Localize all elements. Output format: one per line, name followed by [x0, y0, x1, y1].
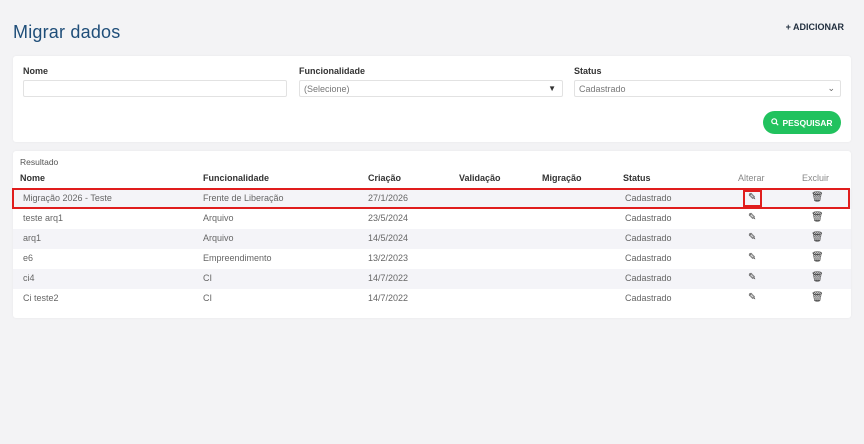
- table-row[interactable]: Migração 2026 - Teste Frente de Liberaçã…: [13, 189, 851, 209]
- trash-icon[interactable]: 🗑: [811, 252, 824, 263]
- cell-criacao: 27/1/2026: [368, 193, 409, 203]
- col-header-criacao: Criação: [368, 173, 402, 183]
- cell-status: Cadastrado: [625, 233, 672, 243]
- results-panel: Resultado Nome Funcionalidade Criação Va…: [13, 151, 851, 318]
- results-label: Resultado: [20, 157, 59, 167]
- cell-nome: Ci teste2: [23, 293, 59, 303]
- cell-criacao: 14/7/2022: [368, 293, 409, 303]
- trash-icon[interactable]: 🗑: [811, 272, 824, 283]
- funcionalidade-value: (Selecione): [304, 84, 350, 94]
- col-header-excluir: Excluir: [802, 173, 830, 183]
- cell-criacao: 14/7/2022: [368, 273, 409, 283]
- trash-icon[interactable]: 🗑: [811, 192, 824, 203]
- nome-input[interactable]: [23, 80, 287, 97]
- cell-status: Cadastrado: [625, 213, 672, 223]
- search-button-label: PESQUISAR: [782, 117, 833, 128]
- cell-funcionalidade: Arquivo: [203, 213, 234, 223]
- cell-funcionalidade: Arquivo: [203, 233, 234, 243]
- trash-icon[interactable]: 🗑: [811, 212, 824, 223]
- col-header-status: Status: [623, 173, 651, 183]
- table-row[interactable]: teste arq1 Arquivo 23/5/2024 Cadastrado …: [13, 209, 851, 229]
- status-select[interactable]: Cadastrado ⌄: [574, 80, 841, 97]
- cell-status: Cadastrado: [625, 253, 672, 263]
- cell-criacao: 23/5/2024: [368, 213, 409, 223]
- page-title: Migrar dados: [13, 22, 121, 42]
- edit-icon[interactable]: ✎: [748, 292, 756, 303]
- col-header-migracao: Migração: [542, 173, 582, 183]
- table-row[interactable]: ci4 CI 14/7/2022 Cadastrado ✎ 🗑: [13, 269, 851, 289]
- chevron-down-icon: ⌄: [827, 83, 835, 93]
- add-button[interactable]: + ADICIONAR: [786, 22, 844, 32]
- edit-icon[interactable]: ✎: [748, 212, 756, 223]
- cell-funcionalidade: Frente de Liberação: [203, 193, 284, 203]
- cell-funcionalidade: Empreendimento: [203, 253, 272, 263]
- funcionalidade-select[interactable]: (Selecione) ▼: [299, 80, 563, 97]
- col-header-nome: Nome: [20, 173, 46, 183]
- filters-panel: Nome Funcionalidade (Selecione) ▼ Status…: [13, 56, 851, 142]
- cell-nome: arq1: [23, 233, 42, 243]
- trash-icon[interactable]: 🗑: [811, 232, 824, 243]
- edit-icon[interactable]: ✎: [748, 272, 756, 283]
- cell-nome: e6: [23, 253, 34, 263]
- trash-icon[interactable]: 🗑: [811, 292, 824, 303]
- table-row[interactable]: arq1 Arquivo 14/5/2024 Cadastrado ✎ 🗑: [13, 229, 851, 249]
- nome-label: Nome: [23, 66, 49, 76]
- search-button[interactable]: PESQUISAR: [763, 111, 841, 134]
- search-icon: [771, 117, 780, 128]
- caret-down-icon: ▼: [548, 84, 556, 93]
- cell-status: Cadastrado: [625, 273, 672, 283]
- edit-icon[interactable]: ✎: [748, 252, 756, 263]
- cell-nome: teste arq1: [23, 213, 64, 223]
- table-row[interactable]: Ci teste2 CI 14/7/2022 Cadastrado ✎ 🗑: [13, 289, 851, 309]
- cell-funcionalidade: CI: [203, 293, 212, 303]
- cell-criacao: 13/2/2023: [368, 253, 409, 263]
- cell-status: Cadastrado: [625, 293, 672, 303]
- cell-criacao: 14/5/2024: [368, 233, 409, 243]
- cell-status: Cadastrado: [625, 193, 672, 203]
- funcionalidade-label: Funcionalidade: [299, 66, 366, 76]
- cell-funcionalidade: CI: [203, 273, 212, 283]
- edit-icon[interactable]: ✎: [748, 192, 756, 203]
- col-header-funcionalidade: Funcionalidade: [203, 173, 270, 183]
- edit-icon[interactable]: ✎: [748, 232, 756, 243]
- cell-nome: Migração 2026 - Teste: [23, 193, 112, 203]
- col-header-alterar: Alterar: [738, 173, 765, 183]
- status-label: Status: [574, 66, 602, 76]
- cell-nome: ci4: [23, 273, 35, 283]
- status-value: Cadastrado: [579, 84, 626, 94]
- table-row[interactable]: e6 Empreendimento 13/2/2023 Cadastrado ✎…: [13, 249, 851, 269]
- col-header-validacao: Validação: [459, 173, 501, 183]
